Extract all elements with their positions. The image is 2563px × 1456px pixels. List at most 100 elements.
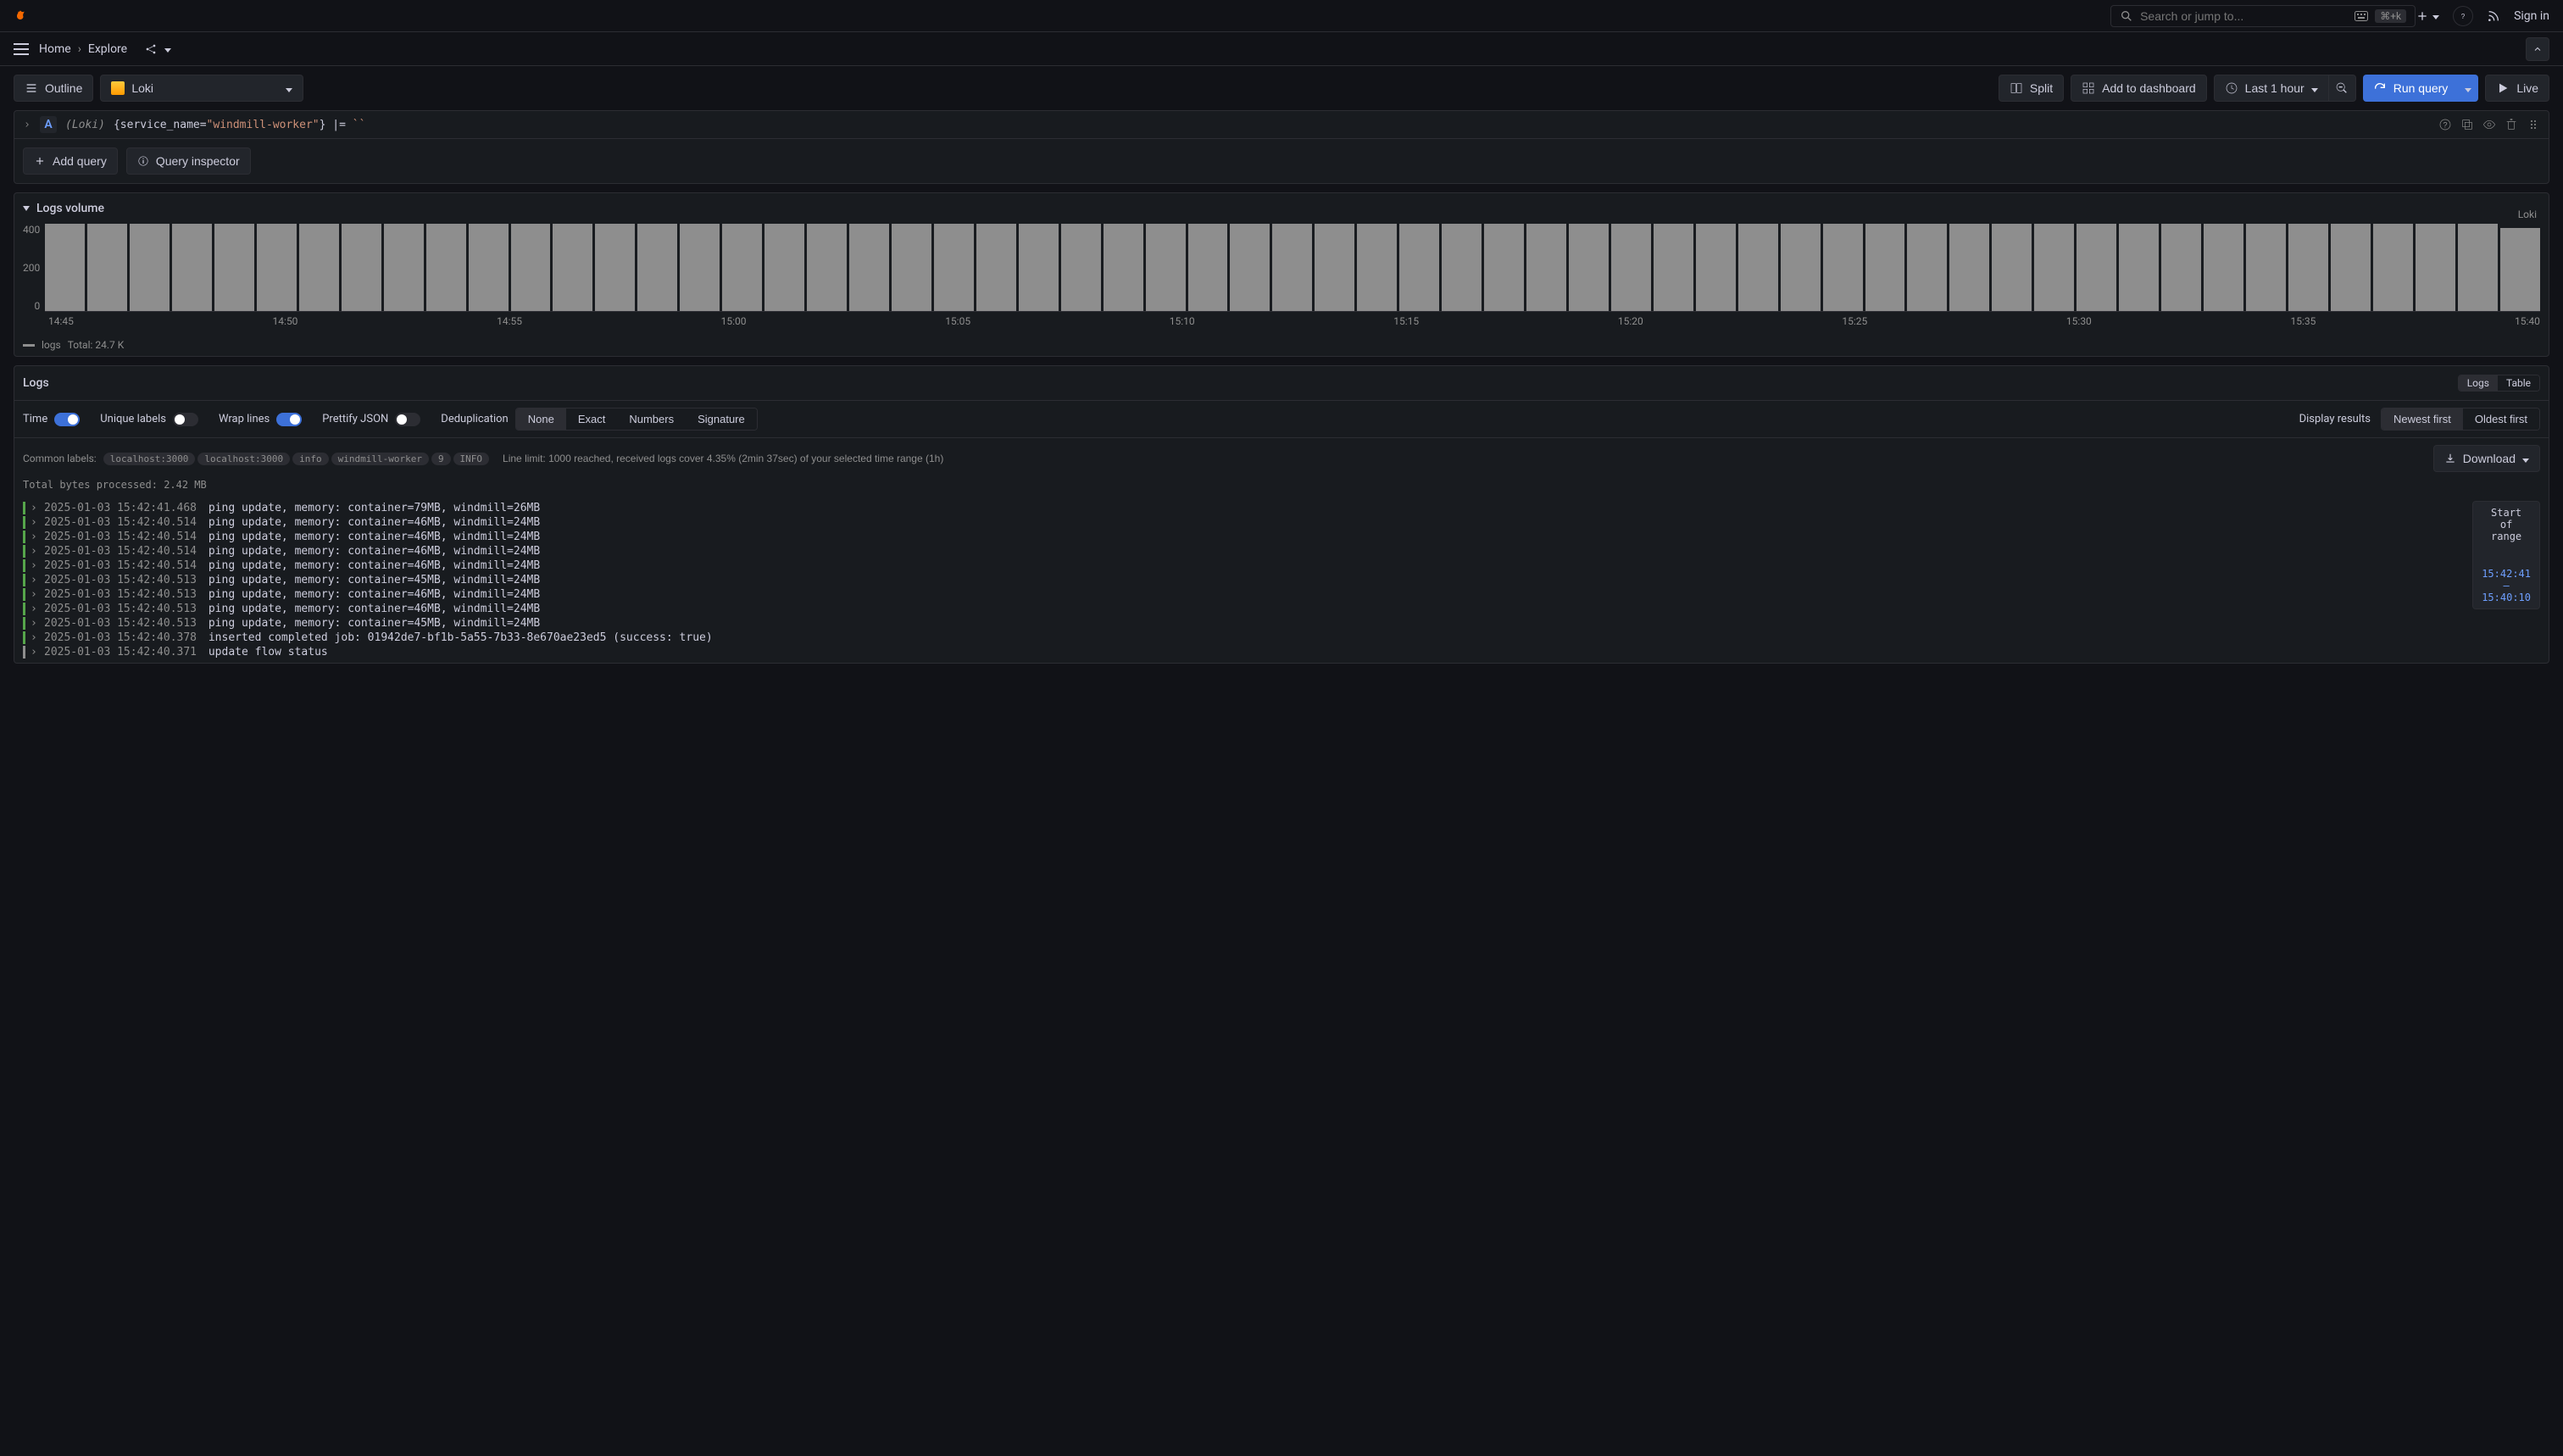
chart-bar[interactable] xyxy=(553,224,592,311)
chart-bar[interactable] xyxy=(257,224,297,311)
run-query-button[interactable]: Run query xyxy=(2363,75,2459,102)
chart-bar[interactable] xyxy=(2119,224,2159,311)
chart-bar[interactable] xyxy=(2373,224,2413,311)
chart-bar[interactable] xyxy=(299,224,339,311)
chart-bar[interactable] xyxy=(172,224,212,311)
log-line[interactable]: ›2025-01-03 15:42:40.513 ping update, me… xyxy=(23,602,2540,616)
chart-bar[interactable] xyxy=(1865,224,1905,311)
common-label-pill[interactable]: windmill-worker xyxy=(331,453,429,465)
chart-bar[interactable] xyxy=(1569,224,1609,311)
add-to-dashboard-button[interactable]: Add to dashboard xyxy=(2071,75,2207,102)
chart-bar[interactable] xyxy=(2416,224,2455,311)
download-button[interactable]: Download xyxy=(2433,445,2540,472)
chart-bar[interactable] xyxy=(1738,224,1778,311)
log-expand-caret[interactable]: › xyxy=(31,588,39,601)
chart-bar[interactable] xyxy=(892,224,931,311)
chart-bar[interactable] xyxy=(342,224,381,311)
help-button[interactable]: ? xyxy=(2453,6,2473,26)
chart-bar[interactable] xyxy=(1654,224,1693,311)
chart-bar[interactable] xyxy=(1442,224,1482,311)
time-toggle[interactable] xyxy=(54,413,80,426)
chart-bar[interactable] xyxy=(2500,228,2540,311)
query-visibility-button[interactable] xyxy=(2482,118,2496,131)
chart-bar[interactable] xyxy=(1484,224,1524,311)
zoom-out-button[interactable] xyxy=(2329,75,2356,102)
unique-labels-toggle[interactable] xyxy=(173,413,198,426)
chart-bar[interactable] xyxy=(1907,224,1947,311)
search-input[interactable] xyxy=(2140,9,2348,23)
log-expand-caret[interactable]: › xyxy=(31,603,39,615)
tab-table[interactable]: Table xyxy=(2498,375,2539,391)
wrap-lines-toggle[interactable] xyxy=(276,413,302,426)
dedup-option-numbers[interactable]: Numbers xyxy=(617,408,686,430)
chart-bar[interactable] xyxy=(1357,224,1397,311)
chart-bar[interactable] xyxy=(680,224,720,311)
crumb-explore[interactable]: Explore xyxy=(88,42,127,56)
outline-button[interactable]: Outline xyxy=(14,75,93,102)
query-inspector-button[interactable]: Query inspector xyxy=(126,147,251,175)
common-label-pill[interactable]: INFO xyxy=(453,453,490,465)
chart-bar[interactable] xyxy=(1526,224,1566,311)
chart-bar[interactable] xyxy=(426,224,466,311)
log-line[interactable]: ›2025-01-03 15:42:40.514 ping update, me… xyxy=(23,530,2540,544)
common-label-pill[interactable]: localhost:3000 xyxy=(197,453,290,465)
global-search[interactable]: ⌘+k xyxy=(2110,5,2416,27)
chart-bar[interactable] xyxy=(1061,224,1101,311)
chart-bar[interactable] xyxy=(511,224,551,311)
chart-bar[interactable] xyxy=(2458,224,2498,311)
chart-bar[interactable] xyxy=(722,224,762,311)
prettify-json-toggle[interactable] xyxy=(395,413,420,426)
chart-bar[interactable] xyxy=(595,224,635,311)
chart-bar[interactable] xyxy=(1781,224,1821,311)
chart-bar[interactable] xyxy=(1272,224,1312,311)
menu-toggle[interactable] xyxy=(14,43,29,55)
dedup-option-none[interactable]: None xyxy=(516,408,566,430)
chart-bar[interactable] xyxy=(637,224,677,311)
run-query-dropdown[interactable] xyxy=(2458,75,2478,102)
log-expand-caret[interactable]: › xyxy=(31,502,39,514)
chart-bar[interactable] xyxy=(2077,224,2116,311)
log-line[interactable]: ›2025-01-03 15:42:40.513 ping update, me… xyxy=(23,616,2540,631)
logs-volume-chart[interactable]: Loki 4002000 14:4514:5014:5515:0015:0515… xyxy=(14,224,2549,334)
datasource-picker[interactable]: Loki xyxy=(100,75,303,102)
query-copy-button[interactable] xyxy=(2460,118,2474,131)
chart-bar[interactable] xyxy=(2246,224,2286,311)
query-text[interactable]: {service_name="windmill-worker"} |= `` xyxy=(114,119,365,131)
chart-bar[interactable] xyxy=(2161,224,2201,311)
chart-bar[interactable] xyxy=(1696,224,1736,311)
log-expand-caret[interactable]: › xyxy=(31,574,39,586)
dedup-option-exact[interactable]: Exact xyxy=(566,408,618,430)
crumb-home[interactable]: Home xyxy=(39,42,71,56)
log-expand-caret[interactable]: › xyxy=(31,531,39,543)
tab-logs[interactable]: Logs xyxy=(2459,375,2498,391)
chart-bar[interactable] xyxy=(807,224,847,311)
chart-bar[interactable] xyxy=(1146,224,1186,311)
chart-bar[interactable] xyxy=(1399,224,1439,311)
chart-bar[interactable] xyxy=(469,224,509,311)
split-button[interactable]: Split xyxy=(1999,75,2064,102)
add-query-button[interactable]: Add query xyxy=(23,147,118,175)
common-label-pill[interactable]: info xyxy=(292,453,329,465)
time-range-picker[interactable]: Last 1 hour xyxy=(2214,75,2329,102)
chart-bar[interactable] xyxy=(934,224,974,311)
chart-bar[interactable] xyxy=(2331,224,2371,311)
chart-bar[interactable] xyxy=(1992,224,2032,311)
chart-bar[interactable] xyxy=(45,224,85,311)
chart-bar[interactable] xyxy=(976,224,1016,311)
common-label-pill[interactable]: localhost:3000 xyxy=(103,453,196,465)
query-drag-handle[interactable] xyxy=(2527,118,2540,131)
log-expand-caret[interactable]: › xyxy=(31,646,39,659)
log-line[interactable]: ›2025-01-03 15:42:40.513 ping update, me… xyxy=(23,587,2540,602)
chart-bar[interactable] xyxy=(1949,224,1989,311)
log-line[interactable]: ›2025-01-03 15:42:40.514 ping update, me… xyxy=(23,515,2540,530)
log-line[interactable]: ›2025-01-03 15:42:40.514 ping update, me… xyxy=(23,559,2540,573)
chart-bar[interactable] xyxy=(130,224,170,311)
share-dropdown[interactable] xyxy=(164,42,171,56)
chart-bar[interactable] xyxy=(384,224,424,311)
chart-bar[interactable] xyxy=(1188,224,1228,311)
log-expand-caret[interactable]: › xyxy=(31,559,39,572)
chart-bar[interactable] xyxy=(214,224,254,311)
query-expand-toggle[interactable] xyxy=(23,120,31,129)
log-line[interactable]: ›2025-01-03 15:42:40.513 ping update, me… xyxy=(23,573,2540,587)
chart-bar[interactable] xyxy=(2288,224,2328,311)
